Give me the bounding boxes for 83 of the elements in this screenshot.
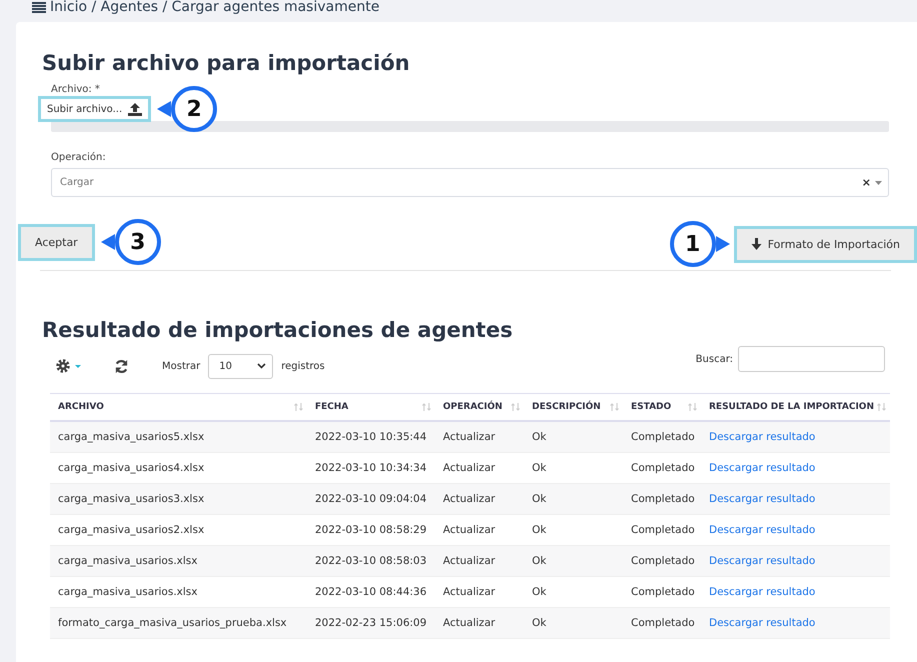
table-cell-text: 2022-03-10 10:35:44	[314, 431, 428, 443]
table-cell-text: 2022-03-10 10:34:34	[314, 462, 428, 474]
select-value: Cargar	[60, 177, 95, 188]
search-field[interactable]	[738, 346, 885, 372]
table-cell-text: Ok	[531, 431, 548, 443]
search-label: Buscar:	[696, 354, 733, 364]
table-cell-text: Completado	[630, 586, 696, 598]
table-cell-text: carga_masiva_usarios.xlsx	[57, 555, 198, 567]
callout-pointer-icon	[716, 236, 730, 252]
field-label: Operación:	[51, 152, 107, 163]
table-cell-text: Actualizar	[442, 431, 496, 443]
upload-icon	[128, 102, 142, 116]
download-result-link[interactable]: Descargar resultado	[701, 524, 890, 536]
table-cell-text: carga_masiva_usarios3.xlsx	[57, 493, 206, 505]
table-cell-text: Actualizar	[442, 617, 496, 629]
download-result-link[interactable]: Descargar resultado	[701, 555, 890, 567]
column-header[interactable]: OPERACIÓN	[435, 394, 524, 420]
chevron-down-icon	[257, 363, 266, 369]
sort-icon	[422, 403, 431, 411]
table-cell-text: Completado	[630, 493, 696, 505]
column-header[interactable]: ARCHIVO	[50, 394, 307, 420]
upload-file-button[interactable]: Subir archivo...	[38, 96, 152, 122]
dropdown-caret-icon	[875, 180, 882, 184]
accept-button[interactable]: Aceptar	[18, 224, 95, 260]
download-result-link[interactable]: Descargar resultado	[701, 586, 890, 598]
table-cell-text: Actualizar	[442, 462, 496, 474]
table-cell-text: carga_masiva_usarios.xlsx	[57, 586, 198, 598]
callout-pointer-icon	[157, 101, 172, 117]
table-cell-text: 2022-02-23 15:06:09	[314, 617, 428, 629]
breadcrumb: Inicio / Agentes / Cargar agentes masivamente	[50, 0, 380, 15]
table-cell-text: Ok	[531, 555, 548, 567]
refresh-icon[interactable]	[114, 358, 129, 374]
list-icon	[32, 2, 46, 12]
step-number-callout: 1	[670, 221, 716, 267]
table-cell-text: Ok	[531, 617, 548, 629]
table-cell-text: Completado	[630, 524, 696, 536]
column-header[interactable]: RESULTADO DE LA IMPORTACION	[701, 394, 890, 420]
section-title: Subir archivo para importación	[42, 50, 411, 76]
table-cell-text: 2022-03-10 09:04:04	[314, 493, 428, 505]
column-header[interactable]: DESCRIPCIÓN	[524, 394, 623, 420]
table-cell-text: Completado	[630, 555, 696, 567]
download-result-link[interactable]: Descargar resultado	[701, 617, 890, 629]
table-cell-text: Ok	[531, 462, 548, 474]
sort-icon	[688, 403, 697, 411]
show-label: Mostrar	[162, 360, 200, 372]
table-cell-text: Ok	[531, 493, 548, 505]
download-result-link[interactable]: Descargar resultado	[701, 493, 890, 505]
clear-button[interactable]: ×	[862, 176, 871, 189]
table-cell-text: 2022-03-10 08:58:29	[314, 524, 428, 536]
step-number-callout: 3	[114, 219, 161, 265]
table-cell-text: Ok	[531, 524, 548, 536]
sort-icon	[511, 403, 520, 411]
table-cell-text: carga_masiva_usarios2.xlsx	[57, 524, 206, 536]
sort-icon	[294, 403, 303, 411]
step-number-callout: 2	[171, 86, 218, 132]
column-header[interactable]: FECHA	[307, 394, 435, 420]
page-size-select[interactable]: 10	[208, 354, 274, 378]
settings-icon[interactable]	[56, 359, 82, 373]
table-cell-text: Ok	[531, 586, 548, 598]
table-cell-text: 2022-03-10 08:44:36	[314, 586, 428, 598]
table-cell-text: Actualizar	[442, 586, 496, 598]
records-label: registros	[281, 360, 325, 372]
download-result-link[interactable]: Descargar resultado	[701, 431, 890, 443]
table-cell-text: carga_masiva_usarios4.xlsx	[57, 462, 206, 474]
table-cell-text: carga_masiva_usarios5.xlsx	[57, 431, 206, 443]
table-cell-text: Completado	[630, 617, 696, 629]
callout-pointer-icon	[100, 234, 115, 250]
table-cell-text: Actualizar	[442, 524, 496, 536]
sort-icon	[877, 403, 886, 411]
operation-select[interactable]: Cargar ×	[51, 168, 889, 197]
sort-icon	[610, 403, 619, 411]
field-label: Archivo: *	[51, 84, 101, 95]
table-cell-text: Completado	[630, 462, 696, 474]
download-result-link[interactable]: Descargar resultado	[701, 462, 890, 474]
section-title: Resultado de importaciones de agentes	[42, 317, 514, 343]
arrow-down-icon	[750, 238, 762, 250]
table-cell-text: formato_carga_masiva_usarios_prueba.xlsx	[57, 617, 288, 629]
table-cell-text: Actualizar	[442, 493, 496, 505]
download-format-button[interactable]: Formato de Importación	[734, 226, 917, 262]
column-header[interactable]: ESTADO	[623, 394, 701, 420]
table-cell-text: Completado	[630, 431, 696, 443]
table-cell-text: Actualizar	[442, 555, 496, 567]
table-cell-text: 2022-03-10 08:58:03	[314, 555, 428, 567]
